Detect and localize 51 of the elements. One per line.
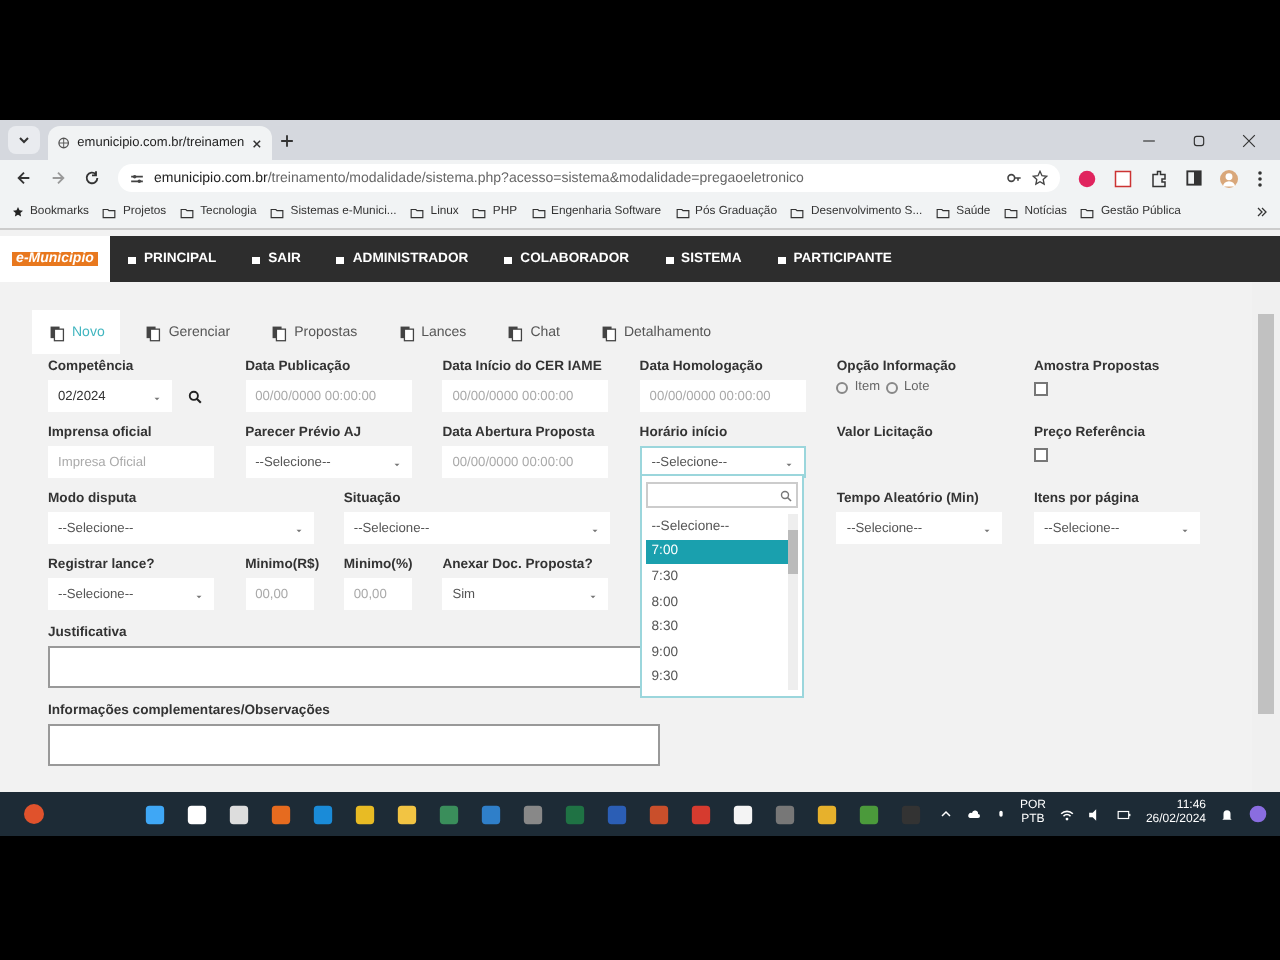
more-icon <box>1256 169 1264 187</box>
nav-icon <box>502 253 515 265</box>
document-copy-icon <box>599 323 618 341</box>
cloud-icon <box>965 808 982 820</box>
app-icon <box>480 803 502 825</box>
text-area[interactable] <box>48 724 660 766</box>
close-icon <box>252 137 262 149</box>
app-icon <box>522 803 544 825</box>
nav-icon <box>126 253 138 265</box>
chevron-down-icon <box>18 134 30 146</box>
restore-icon <box>1192 133 1206 147</box>
puzzle-icon <box>1150 169 1168 187</box>
forward-icon <box>50 170 66 186</box>
key-icon <box>1006 170 1022 186</box>
document-copy-icon <box>506 323 525 341</box>
site-settings-icon <box>130 171 144 185</box>
back-icon <box>16 170 32 186</box>
extension-badge-icon <box>1078 169 1096 187</box>
star-icon <box>12 206 24 218</box>
battery-icon <box>1115 807 1132 821</box>
avatar-icon <box>1220 169 1238 187</box>
chevron-up-icon <box>939 808 952 820</box>
nav-icon <box>250 253 263 265</box>
document-copy-icon <box>144 323 163 341</box>
star-icon <box>1032 170 1048 186</box>
checkbox[interactable] <box>1033 448 1048 462</box>
bell-icon <box>1220 807 1234 821</box>
nav-icon <box>334 253 347 265</box>
app-icon <box>438 803 460 825</box>
tab-list-button[interactable] <box>8 126 40 154</box>
volume-icon <box>1087 807 1102 821</box>
reload-icon <box>84 170 100 186</box>
document-copy-icon <box>48 323 66 341</box>
nav-icon <box>775 253 788 265</box>
chevron-right-icon <box>1256 206 1268 218</box>
side-panel-icon <box>1186 170 1202 186</box>
app-icon <box>774 803 796 825</box>
checkbox[interactable] <box>1033 382 1048 396</box>
scrollbar[interactable] <box>787 514 798 691</box>
wifi-icon <box>1059 807 1074 821</box>
document-copy-icon <box>270 323 289 341</box>
globe-icon <box>58 136 70 150</box>
microphone-icon <box>995 807 1006 821</box>
nav-icon <box>663 253 676 265</box>
plus-icon <box>280 134 294 148</box>
app-icon <box>690 803 712 825</box>
document-copy-icon <box>397 323 416 341</box>
dropdown-search-field[interactable] <box>645 482 798 508</box>
close-icon <box>1242 133 1256 147</box>
radio-button[interactable] <box>886 381 899 393</box>
radio-button[interactable] <box>836 381 849 393</box>
